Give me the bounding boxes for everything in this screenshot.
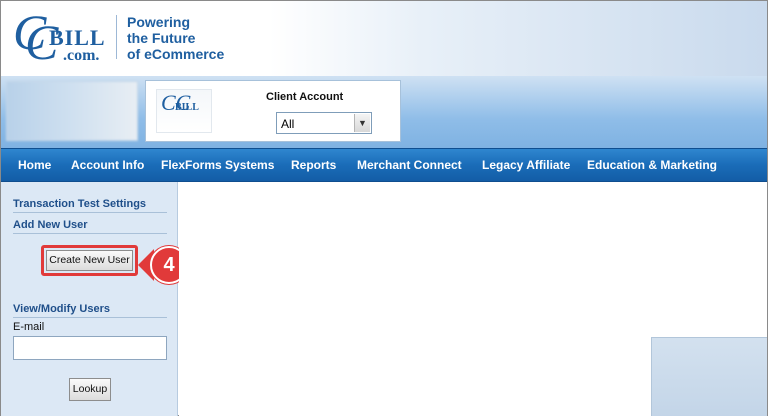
client-logo: CC BILL — [156, 89, 212, 133]
blurred-user-info — [6, 81, 138, 141]
sidebar: Transaction Test Settings Add New User C… — [1, 182, 178, 416]
sidebar-divider — [13, 317, 167, 318]
tagline: Powering the Future of eCommerce — [127, 14, 224, 62]
nav-account-info[interactable]: Account Info — [71, 158, 144, 172]
nav-merchant-connect[interactable]: Merchant Connect — [357, 158, 462, 172]
sidebar-divider — [13, 233, 167, 234]
create-new-user-button[interactable]: Create New User — [46, 250, 133, 271]
sidebar-divider — [13, 212, 167, 213]
lookup-button[interactable]: Lookup — [69, 378, 111, 401]
tagline-line-3: of eCommerce — [127, 46, 225, 62]
tagline-line-2: the Future — [127, 30, 196, 46]
sidebar-add-new-user: Add New User — [13, 219, 88, 231]
main-nav: Home Account Info FlexForms Systems Repo… — [1, 148, 767, 182]
nav-reports[interactable]: Reports — [291, 158, 336, 172]
nav-education-marketing[interactable]: Education & Marketing — [587, 158, 717, 172]
site-header: C C BILL .com. Powering the Future of eC… — [1, 1, 767, 76]
ccbill-logo[interactable]: C C BILL .com. — [13, 7, 113, 69]
account-band: CC BILL Client Account All ▼ — [1, 76, 767, 148]
chevron-down-icon[interactable]: ▼ — [354, 114, 370, 132]
sidebar-view-modify-users: View/Modify Users — [13, 303, 110, 315]
content-panel-corner — [651, 337, 767, 416]
nav-home[interactable]: Home — [18, 158, 51, 172]
client-logo-bill: BILL — [175, 102, 199, 113]
email-label: E-mail — [13, 321, 45, 333]
client-account-label: Client Account — [266, 91, 344, 103]
client-account-panel: CC BILL Client Account All ▼ — [145, 80, 401, 142]
nav-legacy-affiliate[interactable]: Legacy Affiliate — [482, 158, 570, 172]
client-account-select-value: All — [281, 117, 295, 131]
logo-dotcom-text: .com. — [63, 47, 100, 64]
tagline-line-1: Powering — [127, 14, 191, 30]
sidebar-transaction-test-settings[interactable]: Transaction Test Settings — [13, 198, 146, 210]
client-account-select[interactable]: All ▼ — [276, 112, 372, 134]
main-content — [179, 182, 767, 416]
nav-flexforms-systems[interactable]: FlexForms Systems — [161, 158, 274, 172]
tagline-divider — [116, 15, 117, 59]
email-field[interactable] — [13, 336, 167, 360]
